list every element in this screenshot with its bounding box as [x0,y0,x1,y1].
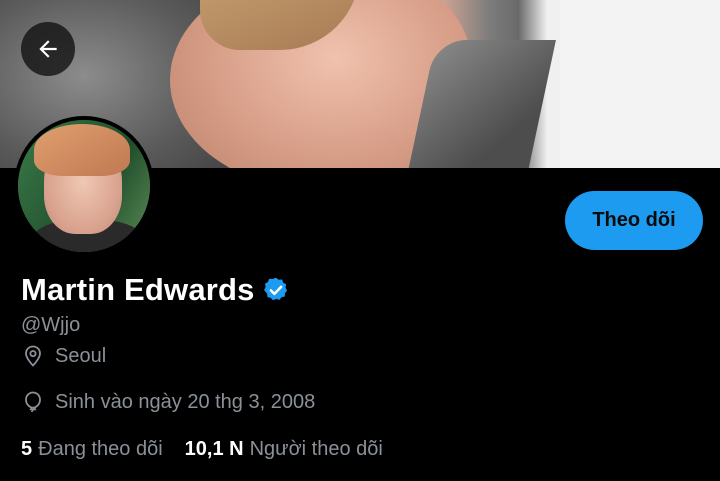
profile-name: Martin Edwards [21,272,255,307]
followers-count[interactable]: 10,1 N [185,438,244,461]
profile-avatar[interactable] [14,116,154,256]
birthday-text: Sinh vào ngày 20 thg 3, 2008 [55,390,316,413]
avatar-hair [34,124,130,176]
arrow-left-icon [39,40,57,58]
profile-name-row: Martin Edwards [21,272,290,308]
banner-background [560,0,720,168]
profile-location: Seoul [21,344,106,368]
follow-button[interactable]: Theo dõi [565,191,703,250]
back-button[interactable] [21,22,75,76]
profile-birthday: Sinh vào ngày 20 thg 3, 2008 [21,390,315,414]
profile-stats: 5 Đang theo dõi 10,1 N Người theo dõi [21,438,383,461]
profile-handle: @Wjjo [21,314,81,336]
balloon-icon [25,391,41,413]
following-count[interactable]: 5 [21,438,32,461]
verified-badge-icon[interactable] [262,276,290,304]
location-text: Seoul [55,344,107,367]
following-label[interactable]: Đang theo dõi [38,438,163,461]
followers-label[interactable]: Người theo dõi [250,438,383,461]
location-pin-icon [25,345,41,367]
